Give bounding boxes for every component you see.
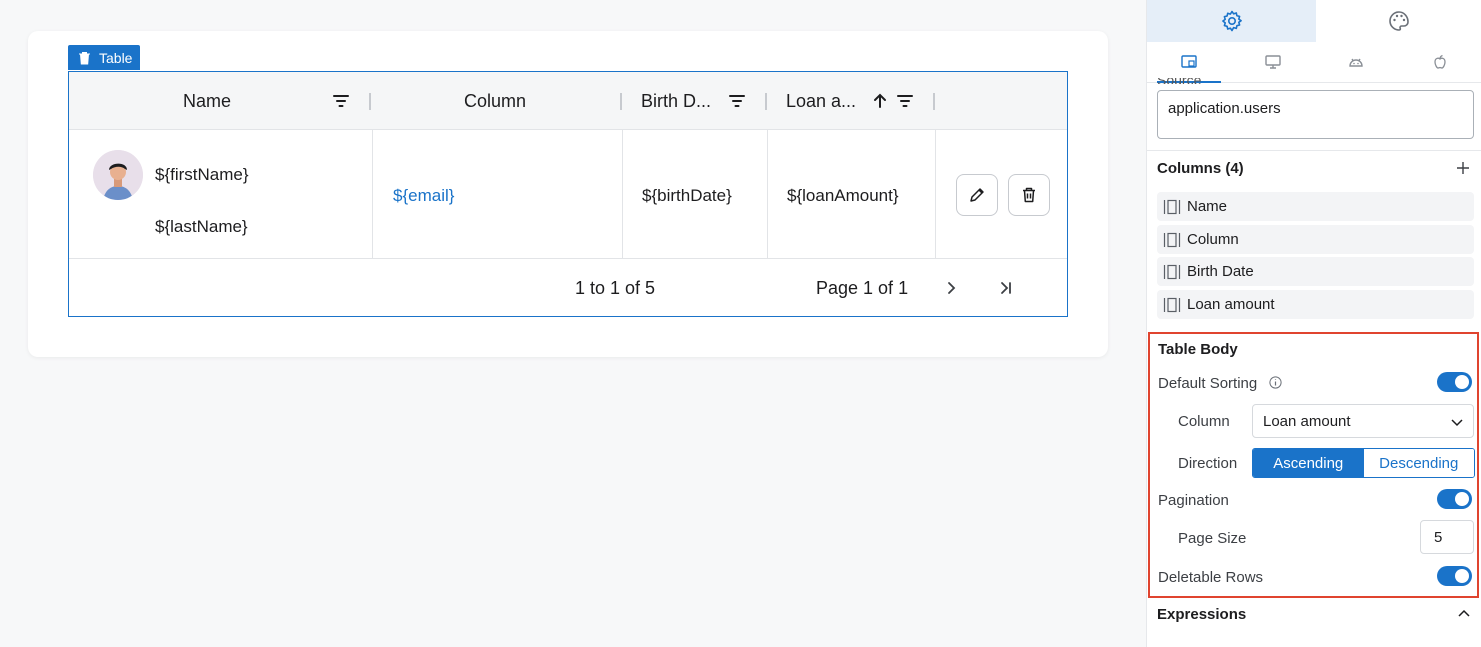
column-item-label: Loan amount [1187, 296, 1275, 313]
selected-component-label: Table [99, 49, 133, 66]
edit-row-button[interactable] [956, 174, 998, 216]
chevron-down-icon [1451, 419, 1463, 427]
delete-row-button[interactable] [1008, 174, 1050, 216]
default-sorting-label: Default Sorting [1158, 375, 1258, 392]
tab-settings[interactable] [1147, 0, 1316, 42]
column-icon [1163, 232, 1181, 247]
sort-column-select[interactable]: Loan amount [1252, 404, 1474, 438]
gear-icon [1221, 10, 1242, 32]
info-icon[interactable] [1269, 376, 1282, 389]
design-canvas: Table Name Column Birth D... Loan a... $… [0, 0, 1146, 647]
loan-amount-text: ${loanAmount} [787, 186, 899, 205]
source-input[interactable]: application.users [1157, 90, 1474, 139]
tab-style[interactable] [1316, 0, 1481, 42]
palette-icon [1389, 11, 1409, 31]
column-item-label: Birth Date [1187, 263, 1254, 280]
trash-icon[interactable] [78, 51, 91, 65]
pencil-icon [970, 188, 984, 202]
sort-column-value: Loan amount [1263, 413, 1351, 430]
last-page-icon[interactable] [997, 279, 1015, 297]
table-body-section: Table Body Default Sorting Column Loan a… [1148, 332, 1479, 598]
column-item-column[interactable]: Column [1157, 225, 1474, 254]
chevron-up-icon[interactable] [1457, 607, 1471, 621]
panel-tabs [1147, 0, 1481, 42]
column-item-loan-amount[interactable]: Loan amount [1157, 290, 1474, 319]
tab-device-ios[interactable] [1398, 42, 1481, 82]
last-name-text: ${lastName} [155, 217, 248, 236]
direction-ascending-button[interactable]: Ascending [1253, 449, 1364, 477]
sort-column-label: Column [1178, 413, 1230, 430]
cell-email: ${email} [373, 130, 623, 259]
direction-descending-button[interactable]: Descending [1363, 449, 1474, 477]
tab-device-android[interactable] [1315, 42, 1399, 82]
sort-ascending-icon[interactable] [871, 92, 889, 110]
cell-loan-amount: ${loanAmount} [768, 130, 936, 259]
add-column-icon[interactable] [1455, 160, 1471, 176]
column-icon [1163, 199, 1181, 214]
column-item-label: Name [1187, 198, 1228, 215]
table-header: Name Column Birth D... Loan a... [69, 72, 1067, 130]
tab-device-all[interactable] [1147, 42, 1231, 83]
divider [1147, 150, 1481, 151]
column-item-birth-date[interactable]: Birth Date [1157, 257, 1474, 286]
column-item-name[interactable]: Name [1157, 192, 1474, 221]
next-page-icon[interactable] [942, 279, 960, 297]
header-label: Birth D... [641, 91, 712, 111]
trash-icon [1023, 187, 1035, 203]
android-icon [1349, 58, 1364, 67]
source-label: Source [1157, 78, 1201, 84]
monitor-icon [1264, 55, 1281, 69]
column-icon [1163, 297, 1181, 312]
deletable-rows-toggle[interactable] [1437, 566, 1472, 586]
expressions-title[interactable]: Expressions [1157, 606, 1246, 623]
direction-toggle-group: Ascending Descending [1252, 448, 1475, 478]
columns-title: Columns (4) [1157, 160, 1244, 177]
filter-icon[interactable] [896, 92, 914, 110]
first-name-text: ${firstName} [155, 165, 249, 184]
default-sorting-toggle[interactable] [1437, 372, 1472, 392]
column-icon [1163, 264, 1181, 279]
header-birth-date[interactable]: Birth D... [622, 72, 767, 130]
row-range-text: 1 to 1 of 5 [575, 278, 656, 298]
pagination-toggle[interactable] [1437, 489, 1472, 509]
pagination-label: Pagination [1158, 492, 1229, 509]
tab-device-desktop[interactable] [1231, 42, 1315, 82]
filter-icon[interactable] [728, 92, 746, 110]
table-pagination: 1 to 1 of 5 Page 1 of 1 [69, 259, 1067, 316]
apple-icon [1434, 54, 1446, 69]
table-preview[interactable]: Name Column Birth D... Loan a... ${first… [68, 71, 1068, 317]
page-size-input[interactable]: 5 [1420, 520, 1474, 554]
header-name[interactable]: Name [69, 72, 371, 130]
column-resize-handle[interactable] [933, 93, 935, 110]
header-column[interactable]: Column [371, 72, 622, 130]
cell-birth-date: ${birthDate} [623, 130, 768, 259]
device-tabs [1147, 42, 1481, 83]
header-label: Name [183, 91, 232, 111]
table-body-title: Table Body [1158, 341, 1238, 358]
cell-actions [936, 130, 1067, 259]
birth-date-text: ${birthDate} [642, 186, 732, 205]
page-size-label: Page Size [1178, 530, 1247, 547]
avatar [93, 150, 143, 200]
direction-label: Direction [1178, 455, 1238, 472]
cell-name: ${firstName} ${lastName} [69, 130, 373, 259]
table-row[interactable]: ${firstName} ${lastName} ${email} ${birt… [69, 130, 1067, 259]
header-loan-amount[interactable]: Loan a... [767, 72, 935, 130]
header-label: Column [464, 91, 527, 111]
column-item-label: Column [1187, 231, 1239, 248]
properties-panel: Source application.users Columns (4) Nam… [1146, 0, 1481, 647]
selected-component-tag[interactable]: Table [68, 45, 141, 70]
responsive-icon [1181, 55, 1197, 68]
header-label: Loan a... [786, 91, 857, 111]
email-link[interactable]: ${email} [393, 186, 454, 206]
filter-icon[interactable] [332, 92, 350, 110]
page-indicator: Page 1 of 1 [816, 278, 909, 298]
deletable-rows-label: Deletable Rows [1158, 569, 1264, 586]
